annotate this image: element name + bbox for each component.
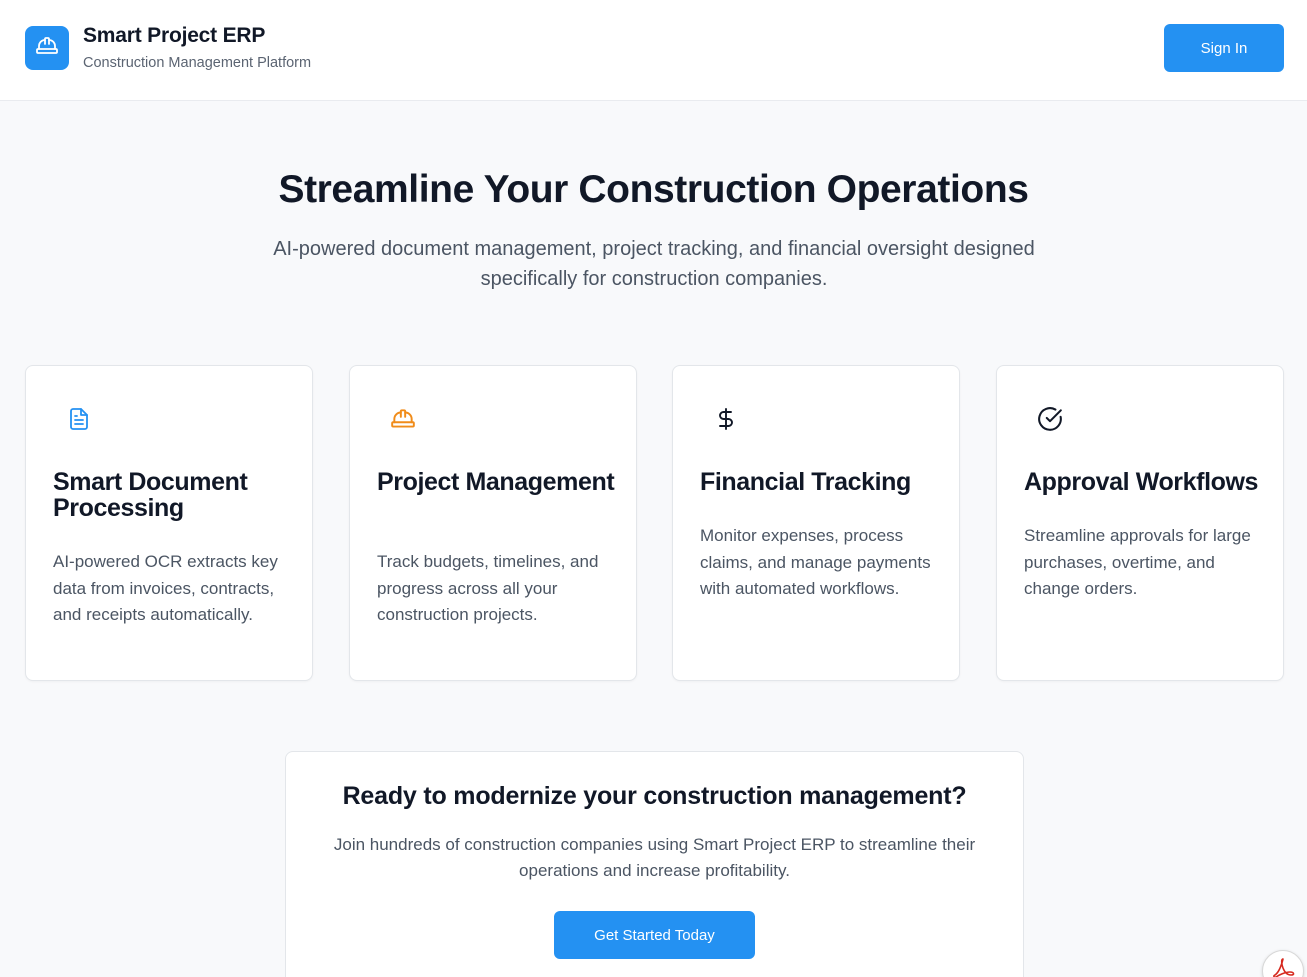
dollar-icon bbox=[713, 406, 739, 432]
feature-description: Track budgets, timelines, and progress a… bbox=[377, 552, 599, 624]
check-circle-icon bbox=[1037, 406, 1063, 432]
cta-panel: Ready to modernize your construction man… bbox=[285, 751, 1024, 977]
sign-in-button[interactable]: Sign In bbox=[1164, 24, 1284, 72]
feature-title: Smart Document Processing bbox=[53, 468, 248, 522]
cta-subtitle: Join hundreds of construction companies … bbox=[333, 835, 976, 880]
feature-card-documents: Smart Document Processing AI-powered OCR… bbox=[25, 365, 313, 681]
pdf-icon bbox=[1270, 957, 1296, 977]
feature-card-approvals: Approval Workflows Streamline approvals … bbox=[996, 365, 1284, 681]
pdf-badge[interactable] bbox=[1262, 950, 1304, 977]
feature-card-projects: Project Management Track budgets, timeli… bbox=[349, 365, 637, 681]
document-icon bbox=[66, 406, 92, 432]
brand-title: Smart Project ERP bbox=[83, 24, 266, 47]
hard-hat-icon bbox=[35, 34, 59, 63]
cta-title: Ready to modernize your construction man… bbox=[342, 782, 967, 810]
feature-description: Streamline approvals for large purchases… bbox=[1024, 526, 1251, 598]
feature-title: Project Management bbox=[377, 468, 615, 496]
feature-description: Monitor expenses, process claims, and ma… bbox=[700, 526, 931, 598]
brand-subtitle: Construction Management Platform bbox=[83, 55, 312, 71]
feature-description: AI-powered OCR extracts key data from in… bbox=[53, 552, 278, 624]
feature-title: Approval Workflows bbox=[1024, 468, 1259, 496]
feature-title: Financial Tracking bbox=[700, 468, 911, 496]
hero-title: Streamline Your Construction Operations bbox=[278, 168, 1029, 211]
hero-subtitle: AI-powered document management, project … bbox=[273, 238, 1035, 290]
logo bbox=[25, 26, 69, 70]
get-started-button[interactable]: Get Started Today bbox=[554, 911, 755, 959]
feature-card-financial: Financial Tracking Monitor expenses, pro… bbox=[672, 365, 960, 681]
top-header: Smart Project ERP Construction Managemen… bbox=[0, 0, 1307, 101]
hard-hat-icon bbox=[390, 406, 416, 432]
